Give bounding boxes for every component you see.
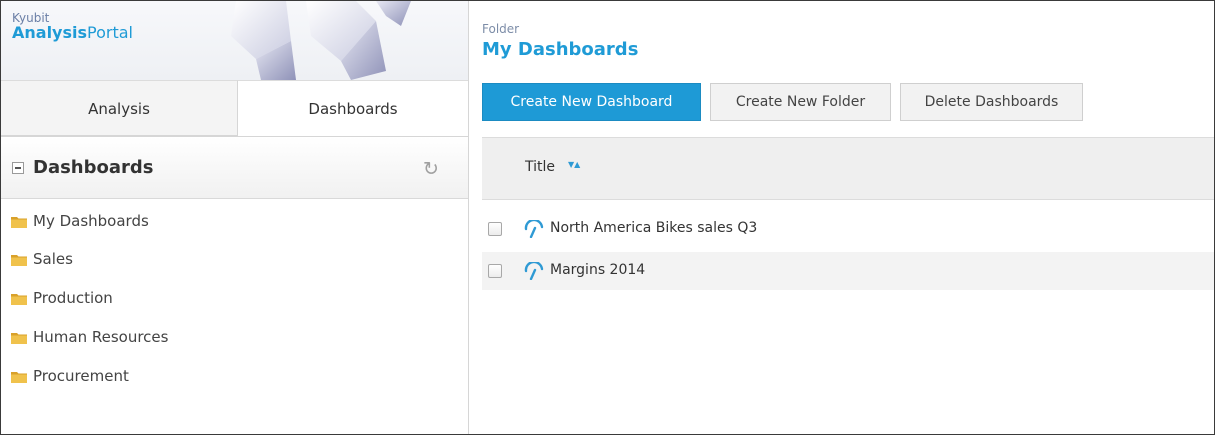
row-title: North America Bikes sales Q3 [550, 220, 758, 236]
cubes-logo-graphic [231, 1, 411, 80]
folder-icon [11, 372, 27, 383]
dashboard-gauge-icon [524, 220, 544, 238]
table-header: Title ▼▲ [482, 137, 1214, 200]
folder-icon [11, 333, 27, 344]
page-title: My Dashboards [482, 39, 639, 60]
row-checkbox[interactable] [488, 222, 502, 236]
brand-name-rest: Portal [87, 23, 133, 42]
table-row[interactable]: Margins 2014 [482, 252, 1214, 290]
table-row[interactable]: North America Bikes sales Q3 [482, 210, 1214, 248]
folder-label: Production [33, 289, 113, 307]
tab-analysis[interactable]: Analysis [1, 80, 238, 136]
brand-name-bold: Analysis [12, 23, 88, 42]
folder-label: Procurement [33, 367, 129, 385]
row-title: Margins 2014 [550, 262, 646, 278]
delete-dashboards-button[interactable]: Delete Dashboards [900, 83, 1083, 121]
folder-label: Human Resources [33, 328, 169, 346]
folder-icon [11, 294, 27, 305]
create-new-dashboard-button[interactable]: Create New Dashboard [482, 83, 701, 121]
refresh-icon[interactable]: ↻ [421, 159, 441, 179]
tab-bar: Analysis Dashboards [1, 80, 468, 136]
left-panel: Kyubit AnalysisPortal Analysis Dashboard… [1, 1, 469, 434]
brand-logo-text: AnalysisPortal [12, 23, 133, 42]
section-title: Dashboards [33, 157, 154, 178]
dashboards-section-header: Dashboards ↻ [1, 136, 468, 199]
tab-dashboards[interactable]: Dashboards [238, 80, 468, 136]
dashboard-gauge-icon [524, 262, 544, 280]
column-header-title[interactable]: Title [525, 159, 555, 175]
create-new-folder-button[interactable]: Create New Folder [710, 83, 891, 121]
folder-label: Sales [33, 250, 73, 268]
main-panel: Folder My Dashboards Create New Dashboar… [469, 1, 1214, 434]
app-window: Kyubit AnalysisPortal Analysis Dashboard… [0, 0, 1215, 435]
row-checkbox[interactable] [488, 264, 502, 278]
folder-icon [11, 255, 27, 266]
sort-icon[interactable]: ▼▲ [568, 160, 580, 170]
folder-icon [11, 217, 27, 228]
breadcrumb-label: Folder [482, 22, 520, 36]
brand-header: Kyubit AnalysisPortal [1, 1, 468, 80]
folder-label: My Dashboards [33, 212, 149, 230]
collapse-toggle-icon[interactable] [12, 162, 24, 174]
